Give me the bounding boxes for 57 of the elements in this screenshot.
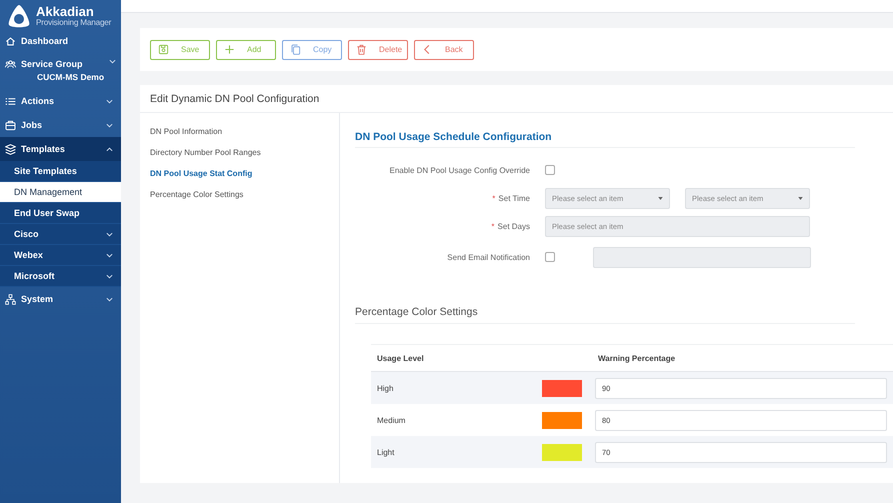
section-heading: Percentage Color Settings	[355, 284, 855, 324]
chevron-icon	[106, 98, 113, 104]
list-icon	[5, 96, 16, 106]
field-label: Send Email Notification	[446, 252, 531, 262]
color-swatch[interactable]	[542, 412, 582, 428]
sidebar-item[interactable]: Microsoft	[0, 266, 121, 287]
trash-icon	[356, 44, 367, 55]
caret-icon	[798, 196, 803, 200]
chevron-icon	[106, 232, 113, 236]
sidebar-item[interactable]: Actions	[0, 89, 121, 113]
chevron-icon	[106, 146, 113, 152]
sidebar-item[interactable]: Service Group CUCM-MS Demo	[0, 53, 121, 89]
caret-icon	[658, 196, 663, 200]
section-link[interactable]: Percentage Color Settings	[140, 184, 254, 205]
field-label: * Set Days	[490, 222, 531, 230]
briefcase-icon	[5, 120, 16, 130]
chevron-icon	[106, 274, 113, 278]
color-swatch[interactable]	[542, 380, 582, 396]
usage-level: Light	[376, 448, 396, 456]
section-link[interactable]: DN Pool Information	[140, 121, 232, 142]
column-header: Usage Level	[376, 354, 425, 362]
checkbox[interactable]	[545, 252, 555, 262]
sidebar-item[interactable]: Jobs	[0, 113, 121, 137]
sidebar-item[interactable]: Dashboard	[0, 29, 121, 53]
usage-level: Medium	[376, 416, 406, 424]
brand-subtitle: Provisioning Manager	[36, 18, 112, 28]
panel-title: Edit Dynamic DN Pool Configuration	[140, 85, 893, 113]
checkbox[interactable]	[545, 165, 555, 175]
sidebar-item[interactable]: Templates	[0, 137, 121, 161]
color-swatch[interactable]	[542, 444, 582, 460]
field-label: Enable DN Pool Usage Config Override	[388, 166, 531, 174]
network-icon	[5, 294, 16, 304]
chevron-icon	[109, 59, 116, 64]
save-icon	[158, 44, 169, 55]
chevron-icon	[106, 252, 113, 258]
email-field[interactable]	[593, 246, 811, 268]
section-link[interactable]: Directory Number Pool Ranges	[140, 142, 271, 163]
logo-icon	[6, 4, 32, 28]
layers-icon	[5, 144, 16, 154]
section-heading: DN Pool Usage Schedule Configuration	[355, 113, 855, 148]
copy-icon	[290, 44, 301, 55]
users-icon	[5, 59, 16, 70]
sidebar-item[interactable]: Cisco	[0, 224, 121, 245]
home-icon	[5, 36, 16, 46]
sidebar-item[interactable]: Webex	[0, 245, 121, 266]
section-link[interactable]: DN Pool Usage Stat Config	[140, 163, 262, 184]
plus-icon	[224, 44, 235, 55]
chevron-icon	[106, 122, 113, 128]
sidebar-item[interactable]: End User Swap	[0, 203, 121, 224]
usage-level: High	[376, 384, 394, 392]
sidebar-item[interactable]: DN Management	[0, 182, 121, 203]
sidebar-item[interactable]: Site Templates	[0, 161, 121, 182]
chevron-icon	[106, 296, 113, 302]
field-label: * Set Time	[491, 194, 531, 202]
column-header: Warning Percentage	[597, 354, 676, 362]
brand-name: Akkadian	[36, 4, 95, 18]
sidebar-item[interactable]: System	[0, 287, 121, 311]
